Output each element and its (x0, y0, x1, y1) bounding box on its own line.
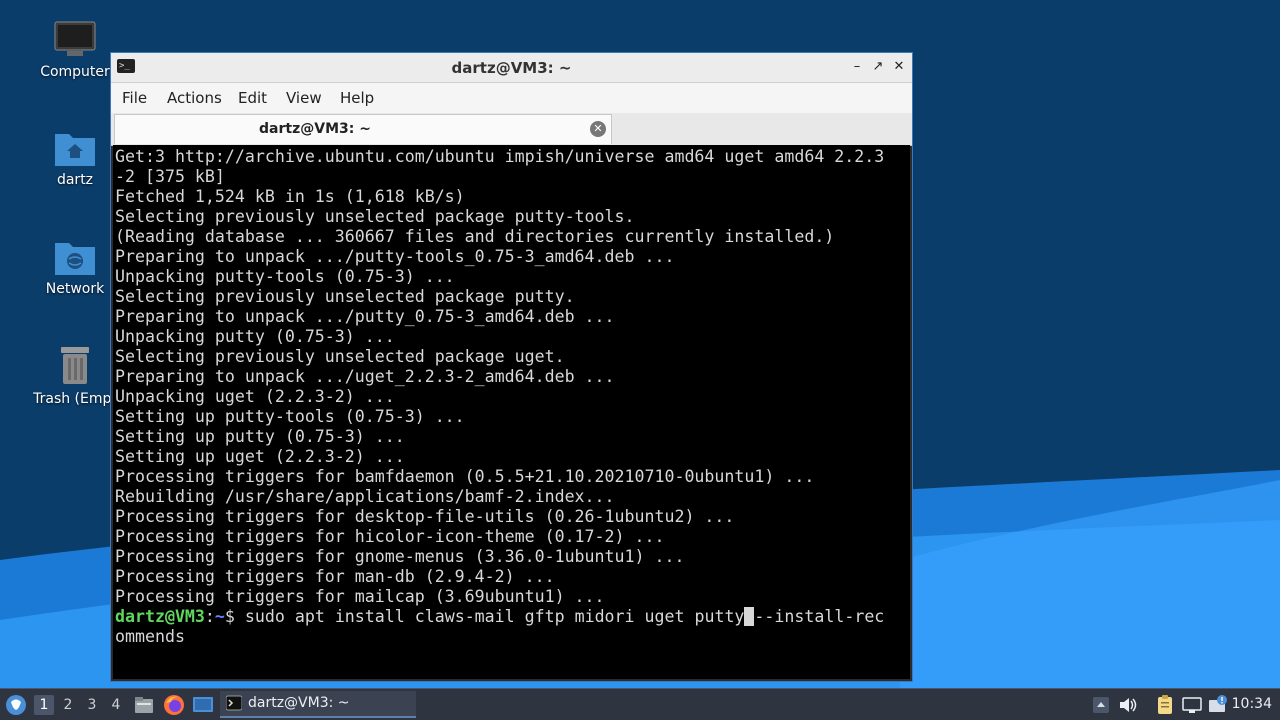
tab-bar: dartz@VM3: ~ ✕ (111, 113, 912, 146)
command-text: sudo apt install claws-mail gftp midori … (244, 607, 745, 626)
menu-actions[interactable]: Actions (167, 89, 222, 107)
terminal-line: Processing triggers for gnome-menus (3.3… (115, 547, 685, 566)
terminal-line: Fetched 1,524 kB in 1s (1,618 kB/s) (115, 187, 465, 206)
workspace-3[interactable]: 3 (82, 695, 102, 715)
terminal-line: Processing triggers for desktop-file-uti… (115, 507, 735, 526)
clipboard-icon[interactable] (1154, 694, 1176, 716)
prompt-path: ~ (214, 607, 225, 626)
desktop: Computer dartz Network Trash (Empt >_ da… (0, 0, 1280, 688)
terminal-line: Selecting previously unselected package … (115, 207, 635, 226)
terminal-lines: Get:3 http://archive.ubuntu.com/ubuntu i… (115, 147, 884, 606)
menu-view[interactable]: View (286, 89, 322, 107)
computer-icon (54, 21, 96, 56)
workspace-2[interactable]: 2 (58, 695, 78, 715)
close-button[interactable]: ✕ (890, 58, 908, 76)
terminal-line: Rebuilding /usr/share/applications/bamf-… (115, 487, 615, 506)
minimize-button[interactable]: – (848, 58, 866, 76)
window-title: dartz@VM3: ~ (451, 59, 572, 77)
app-menu-icon[interactable] (5, 694, 27, 716)
terminal-icon (226, 695, 242, 711)
update-notification-icon[interactable] (1207, 694, 1229, 716)
terminal-line: Unpacking uget (2.2.3-2) ... (115, 387, 395, 406)
clock[interactable]: 10:34 (1232, 696, 1272, 712)
command-text-after-cursor: --install-rec (754, 607, 885, 626)
terminal-line: Preparing to unpack .../putty-tools_0.75… (115, 247, 675, 266)
terminal-line: Processing triggers for man-db (2.9.4-2)… (115, 567, 555, 586)
show-desktop-icon[interactable] (192, 694, 214, 716)
tray-arrow-icon[interactable] (1090, 694, 1112, 716)
terminal-line: Unpacking putty (0.75-3) ... (115, 327, 395, 346)
terminal-line: Selecting previously unselected package … (115, 287, 575, 306)
menu-edit[interactable]: Edit (238, 89, 267, 107)
tab-label: dartz@VM3: ~ (259, 121, 371, 137)
terminal-line: Selecting previously unselected package … (115, 347, 565, 366)
terminal-line: Processing triggers for hicolor-icon-the… (115, 527, 665, 546)
prompt-user: dartz@VM3 (115, 607, 205, 626)
terminal-line: Preparing to unpack .../putty_0.75-3_amd… (115, 307, 615, 326)
text-cursor (744, 607, 755, 626)
volume-icon[interactable] (1117, 694, 1139, 716)
terminal-line: Processing triggers for bamfdaemon (0.5.… (115, 467, 815, 486)
terminal-output[interactable]: Get:3 http://archive.ubuntu.com/ubuntu i… (113, 145, 910, 679)
tab-close-icon[interactable]: ✕ (590, 121, 606, 137)
menubar: File Actions Edit View Help (111, 83, 912, 113)
maximize-button[interactable]: ↗ (869, 58, 887, 76)
window-titlebar[interactable]: >_ dartz@VM3: ~ – ↗ ✕ (111, 53, 912, 83)
terminal-line: Setting up putty-tools (0.75-3) ... (115, 407, 465, 426)
tab-terminal[interactable]: dartz@VM3: ~ ✕ (114, 114, 612, 144)
terminal-line: Preparing to unpack .../uget_2.2.3-2_amd… (115, 367, 615, 386)
home-folder-icon (55, 134, 95, 166)
menu-file[interactable]: File (122, 89, 147, 107)
command-text-wrap: ommends (115, 627, 185, 646)
terminal-line: Setting up uget (2.2.3-2) ... (115, 447, 405, 466)
workspace-1[interactable]: 1 (34, 695, 54, 715)
workspace-4[interactable]: 4 (106, 695, 126, 715)
terminal-line: Get:3 http://archive.ubuntu.com/ubuntu i… (115, 147, 885, 166)
taskbar: 1 2 3 4 dartz@VM3: ~ 10:34 (0, 688, 1280, 720)
trash-icon (61, 347, 89, 384)
terminal-line: Unpacking putty-tools (0.75-3) ... (115, 267, 455, 286)
prompt-dollar: $ (224, 607, 245, 626)
taskbar-window-terminal[interactable]: dartz@VM3: ~ (220, 691, 416, 718)
network-status-icon[interactable] (1181, 694, 1203, 716)
terminal-line: Processing triggers for mailcap (3.69ubu… (115, 587, 605, 606)
terminal-line: (Reading database ... 360667 files and d… (115, 227, 835, 246)
menu-help[interactable]: Help (340, 89, 374, 107)
taskbar-window-label: dartz@VM3: ~ (248, 695, 350, 711)
network-folder-icon (55, 243, 95, 275)
firefox-icon[interactable] (163, 694, 185, 716)
file-manager-icon[interactable] (133, 694, 155, 716)
terminal-line: -2 [375 kB] (115, 167, 225, 186)
terminal-window: >_ dartz@VM3: ~ – ↗ ✕ File Actions Edit … (110, 52, 913, 682)
terminal-line: Setting up putty (0.75-3) ... (115, 427, 405, 446)
prompt-separator: : (204, 607, 215, 626)
